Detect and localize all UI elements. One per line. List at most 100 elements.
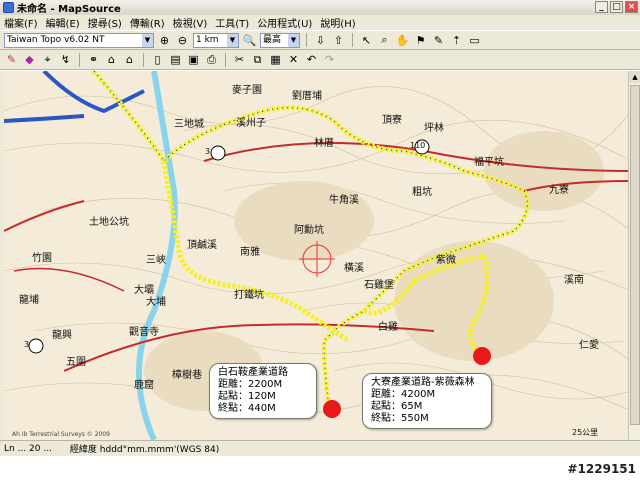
home-icon[interactable]: ⌂ bbox=[104, 52, 119, 67]
close-button[interactable]: × bbox=[625, 1, 638, 13]
new-file-icon[interactable]: ▯ bbox=[150, 52, 165, 67]
place-label: 溪南 bbox=[564, 275, 584, 286]
track-color-icon[interactable]: ✎ bbox=[4, 52, 19, 67]
chevron-down-icon: ▼ bbox=[227, 33, 238, 47]
detail-select[interactable]: 最高 ▼ bbox=[260, 32, 300, 48]
status-bar: Ln ... 20 ... 經緯度 hddd°mm.mmm'(WGS 84) bbox=[0, 440, 640, 456]
place-label: 土地公坑 bbox=[89, 217, 129, 228]
callout-start: 起點：65M bbox=[371, 401, 423, 412]
place-label: 仁愛 bbox=[579, 340, 599, 351]
window-title: 未命名 - MapSource bbox=[17, 4, 121, 15]
zoom-area-icon[interactable]: ⌕ bbox=[377, 33, 392, 48]
menu-tools[interactable]: 工具(T) bbox=[215, 15, 249, 30]
zoom-out-icon[interactable]: ⊖ bbox=[175, 33, 190, 48]
place-label: 頂鹹溪 bbox=[187, 240, 217, 251]
scroll-thumb[interactable] bbox=[630, 85, 640, 425]
chevron-down-icon: ▼ bbox=[142, 33, 153, 47]
route-tool-icon[interactable]: ✎ bbox=[431, 33, 446, 48]
place-label: 三地城 bbox=[174, 119, 204, 130]
map-product-select[interactable]: Taiwan Topo v6.02 NT ▼ bbox=[4, 32, 154, 48]
open-folder-icon[interactable]: ▤ bbox=[168, 52, 183, 67]
route-callout-daliao: 大寮產業道路-紫薇森林 距離：4200M 起點：65M 終點：550M bbox=[362, 373, 492, 429]
route-icon[interactable]: ↯ bbox=[58, 52, 73, 67]
place-label: 粗坑 bbox=[412, 187, 432, 198]
menu-view[interactable]: 檢視(V) bbox=[173, 15, 208, 30]
callout-distance: 距離：2200M bbox=[218, 379, 283, 390]
place-label: 坪林 bbox=[424, 123, 444, 134]
hand-tool-icon[interactable]: ✋ bbox=[395, 33, 410, 48]
menu-utilities[interactable]: 公用程式(U) bbox=[257, 15, 312, 30]
zoom-tool-icon[interactable]: 🔍 bbox=[242, 33, 257, 48]
road-number-label: 3 bbox=[24, 340, 30, 349]
binoculars-icon[interactable]: ⚭ bbox=[86, 52, 101, 67]
measure-tool-icon[interactable]: ▭ bbox=[467, 33, 482, 48]
delete-icon[interactable]: ✕ bbox=[286, 52, 301, 67]
toolbar-divider bbox=[79, 52, 80, 67]
file-toolbar: ✎ ◆ ⌖ ↯ ⚭ ⌂ ⌂ ▯ ▤ ▣ ⎙ ✂ ⧉ ▦ ✕ ↶ ↷ bbox=[0, 50, 640, 70]
endpoint-marker[interactable] bbox=[473, 347, 491, 365]
cut-icon[interactable]: ✂ bbox=[232, 52, 247, 67]
zoom-in-icon[interactable]: ⊕ bbox=[157, 33, 172, 48]
watermark: #1229151 bbox=[567, 462, 636, 476]
minimize-button[interactable]: _ bbox=[595, 1, 608, 13]
place-label: 龍埔 bbox=[19, 295, 39, 306]
place-label: 鹿窟 bbox=[134, 380, 154, 391]
paste-icon[interactable]: ▦ bbox=[268, 52, 283, 67]
toolbar-divider bbox=[143, 52, 144, 67]
place-label: 紫微 bbox=[436, 255, 456, 266]
callout-end: 終點：440M bbox=[218, 403, 276, 414]
undo-icon[interactable]: ↶ bbox=[304, 52, 319, 67]
place-label: 阿勳坑 bbox=[294, 225, 324, 236]
menu-search[interactable]: 搜尋(S) bbox=[88, 15, 122, 30]
map-canvas[interactable]: 3 110 3 麥子園 劉厝埔 溪州子 三地城 林厝 頂寮 坪林 福平坑 九寮 … bbox=[0, 71, 631, 440]
callout-title: 白石鞍產業道路 bbox=[218, 367, 288, 378]
place-label: 竹園 bbox=[32, 253, 52, 264]
menu-bar: 檔案(F) 編輯(E) 搜尋(S) 傳輸(R) 檢視(V) 工具(T) 公用程式… bbox=[0, 15, 640, 30]
place-label: 南雅 bbox=[240, 247, 260, 258]
select-tool-icon[interactable]: ↖ bbox=[359, 33, 374, 48]
scroll-up-icon[interactable]: ▲ bbox=[629, 71, 640, 83]
save-icon[interactable]: ▣ bbox=[186, 52, 201, 67]
place-label: 林厝 bbox=[314, 138, 334, 149]
place-label: 頂寮 bbox=[382, 115, 402, 126]
place-label: 九寮 bbox=[549, 185, 569, 196]
track-tool-icon[interactable]: ⇡ bbox=[449, 33, 464, 48]
callout-start: 起點：120M bbox=[218, 391, 276, 402]
map-toolbar: Taiwan Topo v6.02 NT ▼ ⊕ ⊖ 1 km ▼ 🔍 最高 ▼… bbox=[0, 30, 640, 50]
scale-value: 1 km bbox=[196, 34, 219, 45]
place-label: 三峽 bbox=[146, 255, 166, 266]
place-label: 麥子園 bbox=[232, 85, 262, 96]
topo-map bbox=[4, 71, 631, 440]
callout-end: 終點：550M bbox=[371, 413, 429, 424]
menu-transfer[interactable]: 傳輸(R) bbox=[130, 15, 165, 30]
menu-help[interactable]: 說明(H) bbox=[320, 15, 355, 30]
find-places-icon[interactable]: ⌖ bbox=[40, 52, 55, 67]
send-to-device-icon[interactable]: ⇧ bbox=[331, 33, 346, 48]
place-label: 溪州子 bbox=[236, 118, 266, 129]
receive-from-device-icon[interactable]: ⇩ bbox=[313, 33, 328, 48]
place-label: 白雞 bbox=[378, 322, 398, 333]
scale-select[interactable]: 1 km ▼ bbox=[193, 32, 239, 48]
print-icon[interactable]: ⎙ bbox=[204, 52, 219, 67]
menu-file[interactable]: 檔案(F) bbox=[4, 15, 38, 30]
redo-icon[interactable]: ↷ bbox=[322, 52, 337, 67]
route-callout-baishi: 白石鞍產業道路 距離：2200M 起點：120M 終點：440M bbox=[209, 363, 317, 419]
maximize-button[interactable]: □ bbox=[610, 1, 623, 13]
waypoint-tool-icon[interactable]: ⚑ bbox=[413, 33, 428, 48]
vertical-scrollbar[interactable]: ▲ bbox=[628, 71, 640, 440]
home-arrow-icon[interactable]: ⌂ bbox=[122, 52, 137, 67]
map-copyright: Ah Ib Terrestrial Surveys © 2009 bbox=[12, 431, 110, 438]
place-label: 劉厝埔 bbox=[292, 91, 322, 102]
waypoint-color-icon[interactable]: ◆ bbox=[22, 52, 37, 67]
endpoint-marker[interactable] bbox=[323, 400, 341, 418]
place-label: 打鐵坑 bbox=[234, 290, 264, 301]
title-bar: 未命名 - MapSource _ □ × bbox=[0, 0, 640, 15]
place-label: 五圍 bbox=[66, 357, 86, 368]
place-label: 龍興 bbox=[52, 330, 72, 341]
toolbar-divider bbox=[306, 33, 307, 47]
copy-icon[interactable]: ⧉ bbox=[250, 52, 265, 67]
menu-edit[interactable]: 編輯(E) bbox=[46, 15, 80, 30]
bottom-band bbox=[0, 456, 640, 480]
place-label: 牛角溪 bbox=[329, 195, 359, 206]
mapsource-app-icon bbox=[3, 2, 14, 13]
